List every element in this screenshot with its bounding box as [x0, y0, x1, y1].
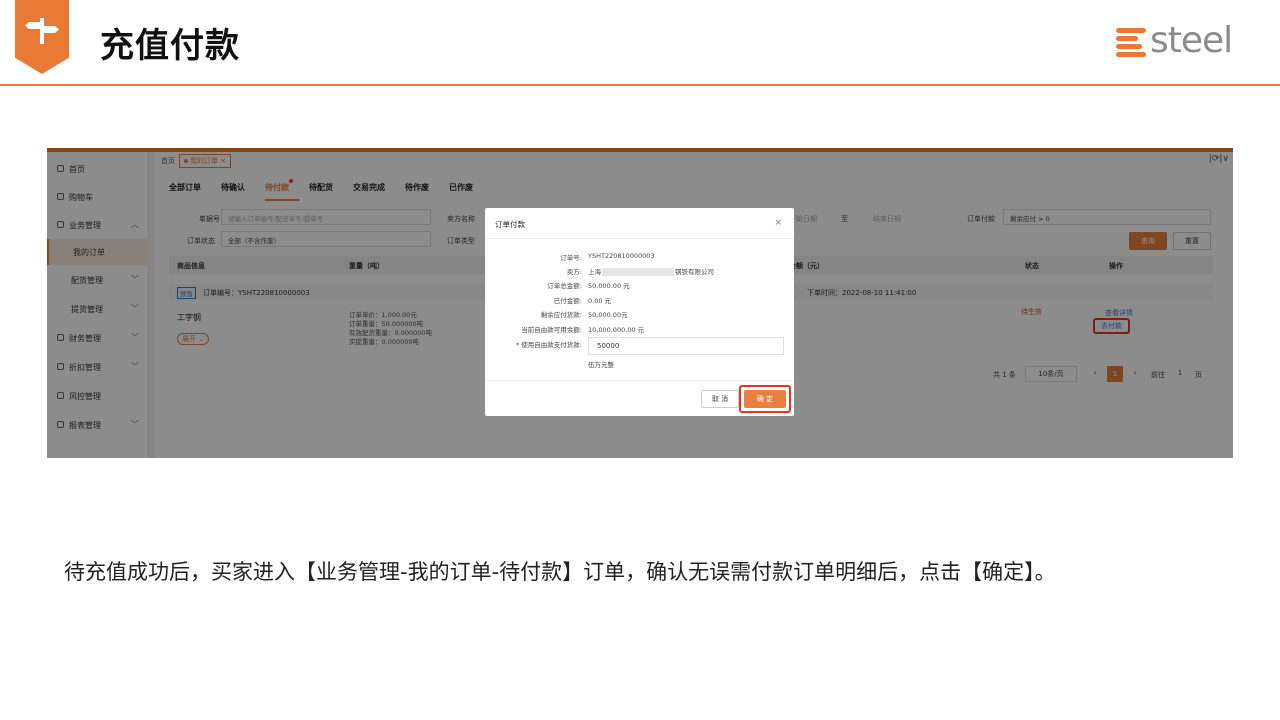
row-order-no: 订单号: YSHT220810000003 [560, 252, 655, 262]
confirm-button[interactable]: 确 定 [744, 390, 786, 408]
slide: 充值付款 steel 首页 购物车 业务管理 ︿ 我的订单 配货管理 ﹀ 提货管… [0, 0, 1280, 720]
pay-amount-input[interactable]: 50000 [588, 337, 784, 355]
amount-in-words: 伍万元整 [588, 361, 614, 369]
row-paid-amount: 已付金额: 0.00 元 [553, 297, 612, 305]
divider [485, 380, 794, 381]
logo-text: steel [1150, 20, 1233, 61]
signpost-icon [25, 18, 59, 44]
order-payment-dialog: 订单付款 × 订单号: YSHT220810000003 卖方: 上海 钢铁有限公司… [485, 208, 794, 416]
row-seller: 卖方: 上海 钢铁有限公司 [566, 268, 714, 276]
row-remaining: 剩余应付货款: 50,000.00元 [540, 311, 628, 319]
logo-e-mark [1116, 26, 1148, 58]
app-screenshot: 首页 购物车 业务管理 ︿ 我的订单 配货管理 ﹀ 提货管理 ﹀ 财务管理 ﹀ … [47, 148, 1233, 458]
confirm-highlight: 确 定 [739, 385, 791, 413]
row-free-balance: 当前自由款可用余额: 10,000,000.00 元 [521, 326, 645, 334]
slide-caption: 待充值成功后，买家进入【业务管理-我的订单-待付款】订单，确认无误需付款订单明细… [64, 560, 1056, 584]
row-total-amount: 订单总金额: 50,000.00 元 [547, 282, 630, 290]
cancel-button[interactable]: 取 消 [701, 390, 739, 408]
header-rule [0, 84, 1280, 86]
dialog-title: 订单付款 [495, 220, 525, 229]
redacted-blur [602, 268, 674, 276]
esteel-logo: steel [1116, 20, 1250, 64]
slide-title: 充值付款 [100, 26, 240, 66]
signpost-badge [15, 0, 69, 74]
divider [485, 238, 794, 239]
close-icon[interactable]: × [774, 218, 782, 228]
